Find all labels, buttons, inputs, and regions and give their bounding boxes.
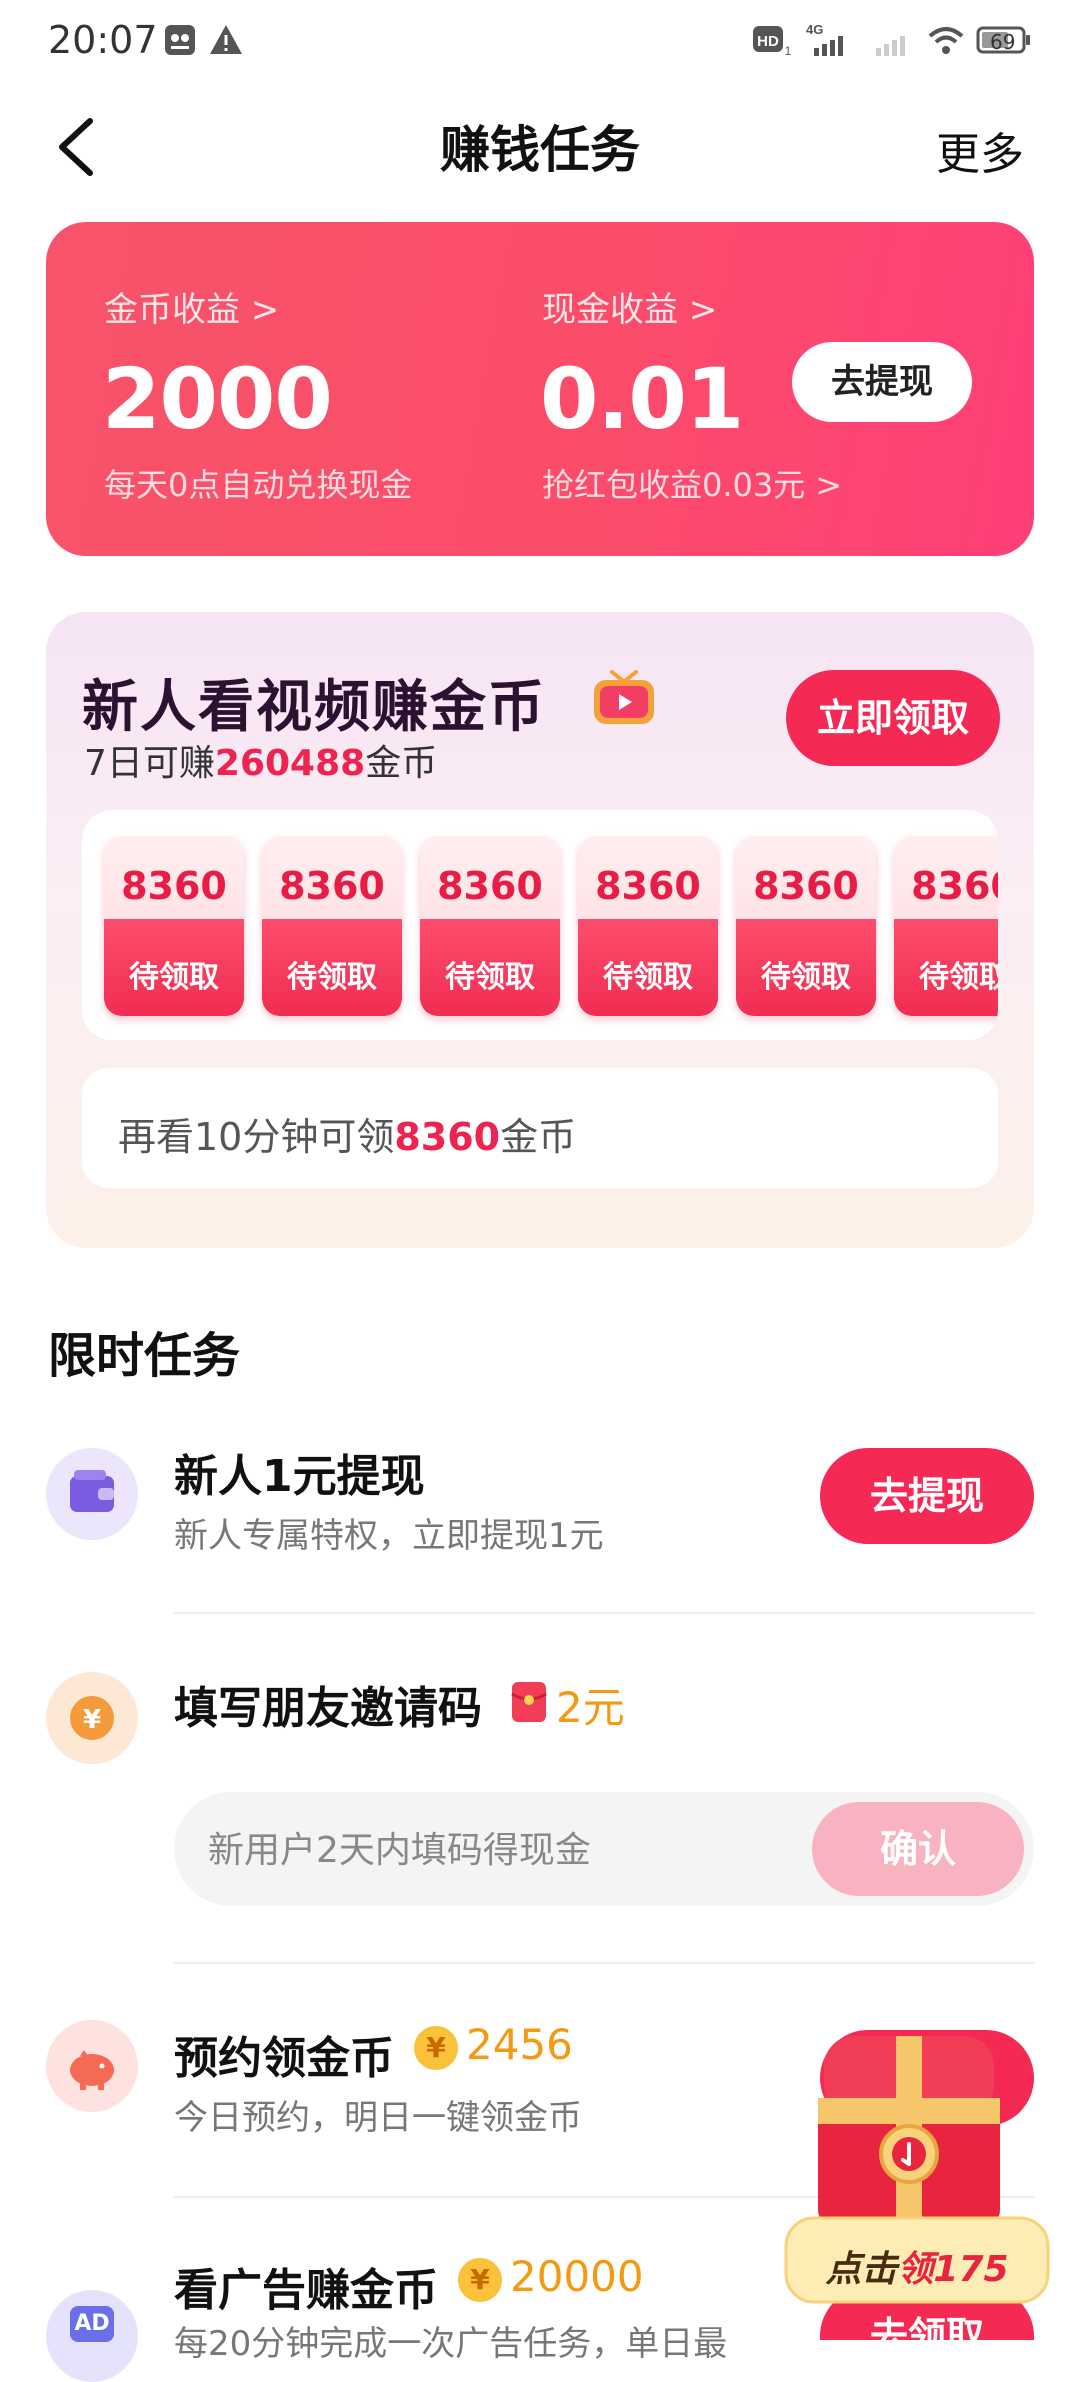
cash-earnings-link[interactable]: 现金收益 >	[542, 282, 717, 331]
daily-reward-value: 8360	[121, 864, 227, 908]
more-button[interactable]: 更多	[936, 118, 1024, 182]
newbie-total-coins: 260488	[214, 743, 366, 784]
task-name: 预约领金币	[174, 2033, 394, 2084]
task-icon	[46, 1448, 138, 1540]
task-name: 新人1元提现	[174, 1451, 425, 1502]
task-icon: AD	[46, 2290, 138, 2382]
status-time: 20:07	[48, 18, 158, 62]
invite-code-input[interactable]	[208, 1822, 768, 1878]
daily-reward-card[interactable]: 8360 待领取	[104, 836, 244, 1016]
battery-level: 69	[990, 30, 1016, 54]
daily-reward-status: 待领取	[603, 960, 693, 995]
confirm-button[interactable]: 确认	[812, 1802, 1024, 1896]
newbie-subtitle-prefix: 7日可赚	[84, 743, 215, 784]
treasure-chest-widget[interactable]: 点击领175	[784, 2028, 1050, 2304]
section-title-limited-tasks: 限时任务	[48, 1328, 241, 1384]
warning-icon	[210, 25, 242, 54]
daily-reward-card[interactable]: 8360 待领取	[578, 836, 718, 1016]
daily-reward-value: 8360	[595, 864, 701, 908]
red-packet-icon	[511, 1682, 547, 1722]
daily-reward-card[interactable]: 8360 待领取	[894, 836, 998, 1016]
daily-reward-card[interactable]: 8360 待领取	[420, 836, 560, 1016]
task-reward: 2元	[556, 1683, 625, 1732]
daily-reward-status: 待领取	[445, 960, 535, 995]
task-description: 每20分钟完成一次广告任务，单日最	[174, 2324, 728, 2364]
watch-progress-text: 再看10分钟可领8360金币	[118, 1106, 576, 1161]
withdraw-button[interactable]: 去提现	[792, 342, 972, 422]
coin-earnings-note: 每天0点自动兑换现金	[104, 466, 413, 504]
newbie-subtitle-suffix: 金币	[365, 743, 438, 784]
daily-reward-card[interactable]: 8360 待领取	[262, 836, 402, 1016]
daily-reward-status: 待领取	[761, 960, 851, 995]
task-reward: 2456	[466, 2020, 573, 2069]
newbie-title: 新人看视频赚金币	[82, 675, 546, 740]
coin-icon: ¥	[458, 2258, 502, 2302]
task-description: 今日预约，明日一键领金币	[174, 2098, 582, 2138]
watch-progress-prefix: 再看10分钟可领	[118, 1115, 395, 1159]
watch-progress-note: 再看10分钟可领8360金币	[82, 1068, 998, 1188]
task-icon	[46, 2020, 138, 2112]
svg-text:HD: HD	[757, 33, 779, 50]
daily-reward-value: 8360	[437, 864, 543, 908]
daily-reward-strip[interactable]: 8360 待领取 8360 待领取 8360 待领取 8360 待领取 8360 待领取 …	[82, 810, 998, 1040]
daily-reward-value: 8360	[279, 864, 385, 908]
ad-icon: AD	[70, 2306, 114, 2342]
wifi-icon	[928, 27, 964, 54]
svg-text:4G: 4G	[806, 22, 823, 37]
daily-reward-value: 8360	[753, 864, 859, 908]
daily-reward-status: 待领取	[919, 960, 998, 995]
signal-4g-icon: 4G	[806, 22, 843, 56]
earnings-card: 金币收益 > 2000 每天0点自动兑换现金 现金收益 > 0.01 抢红包收益…	[46, 222, 1034, 556]
daily-reward-value: 8360	[911, 864, 998, 908]
coin-earnings-value: 2000	[102, 350, 333, 448]
claim-now-button[interactable]: 立即领取	[786, 670, 1000, 766]
new-user-withdraw-button[interactable]: 去提现	[820, 1448, 1034, 1544]
task-name: 看广告赚金币	[174, 2265, 438, 2316]
watch-progress-suffix: 金币	[500, 1115, 577, 1159]
chest-label: 点击领175	[784, 2240, 1050, 2292]
tv-icon	[594, 670, 654, 724]
hd-icon: HD 1	[753, 26, 792, 58]
task-reward: 20000	[510, 2252, 644, 2301]
daily-reward-status: 待领取	[287, 960, 377, 995]
screenshot-icon	[165, 25, 195, 55]
divider	[174, 1612, 1034, 1614]
chest-label-amount: 领175	[897, 2249, 1009, 2290]
newbie-video-card: 新人看视频赚金币 7日可赚260488金币 立即领取 8360 待领取 8360 待…	[46, 612, 1034, 1248]
coin-earnings-link[interactable]: 金币收益 >	[104, 282, 279, 331]
page-title: 赚钱任务	[440, 121, 640, 179]
chest-label-prefix: 点击	[825, 2249, 898, 2290]
task-description: 新人专属特权，立即提现1元	[174, 1516, 604, 1556]
piggy-bank-icon	[70, 2050, 114, 2090]
wallet-icon	[70, 1470, 114, 1512]
divider	[174, 1962, 1034, 1964]
daily-reward-card[interactable]: 8360 待领取	[736, 836, 876, 1016]
invite-code-form: 确认	[174, 1792, 1034, 1906]
svg-text:1: 1	[785, 44, 792, 58]
yuan-coin-icon: ¥	[70, 1696, 114, 1740]
newbie-subtitle: 7日可赚260488金币	[84, 734, 437, 786]
svg-text:¥: ¥	[83, 1705, 101, 1735]
status-bar: 20:07 HD 1 4G 69	[0, 0, 1080, 80]
watch-progress-amount: 8360	[394, 1115, 501, 1159]
task-icon: ¥	[46, 1672, 138, 1764]
red-packet-earnings-link[interactable]: 抢红包收益0.03元 >	[542, 460, 842, 506]
task-name: 填写朋友邀请码	[174, 1683, 482, 1734]
cash-earnings-value: 0.01	[540, 350, 744, 448]
coin-icon: ¥	[414, 2026, 458, 2070]
signal-empty-icon	[876, 36, 905, 56]
daily-reward-status: 待领取	[129, 960, 219, 995]
